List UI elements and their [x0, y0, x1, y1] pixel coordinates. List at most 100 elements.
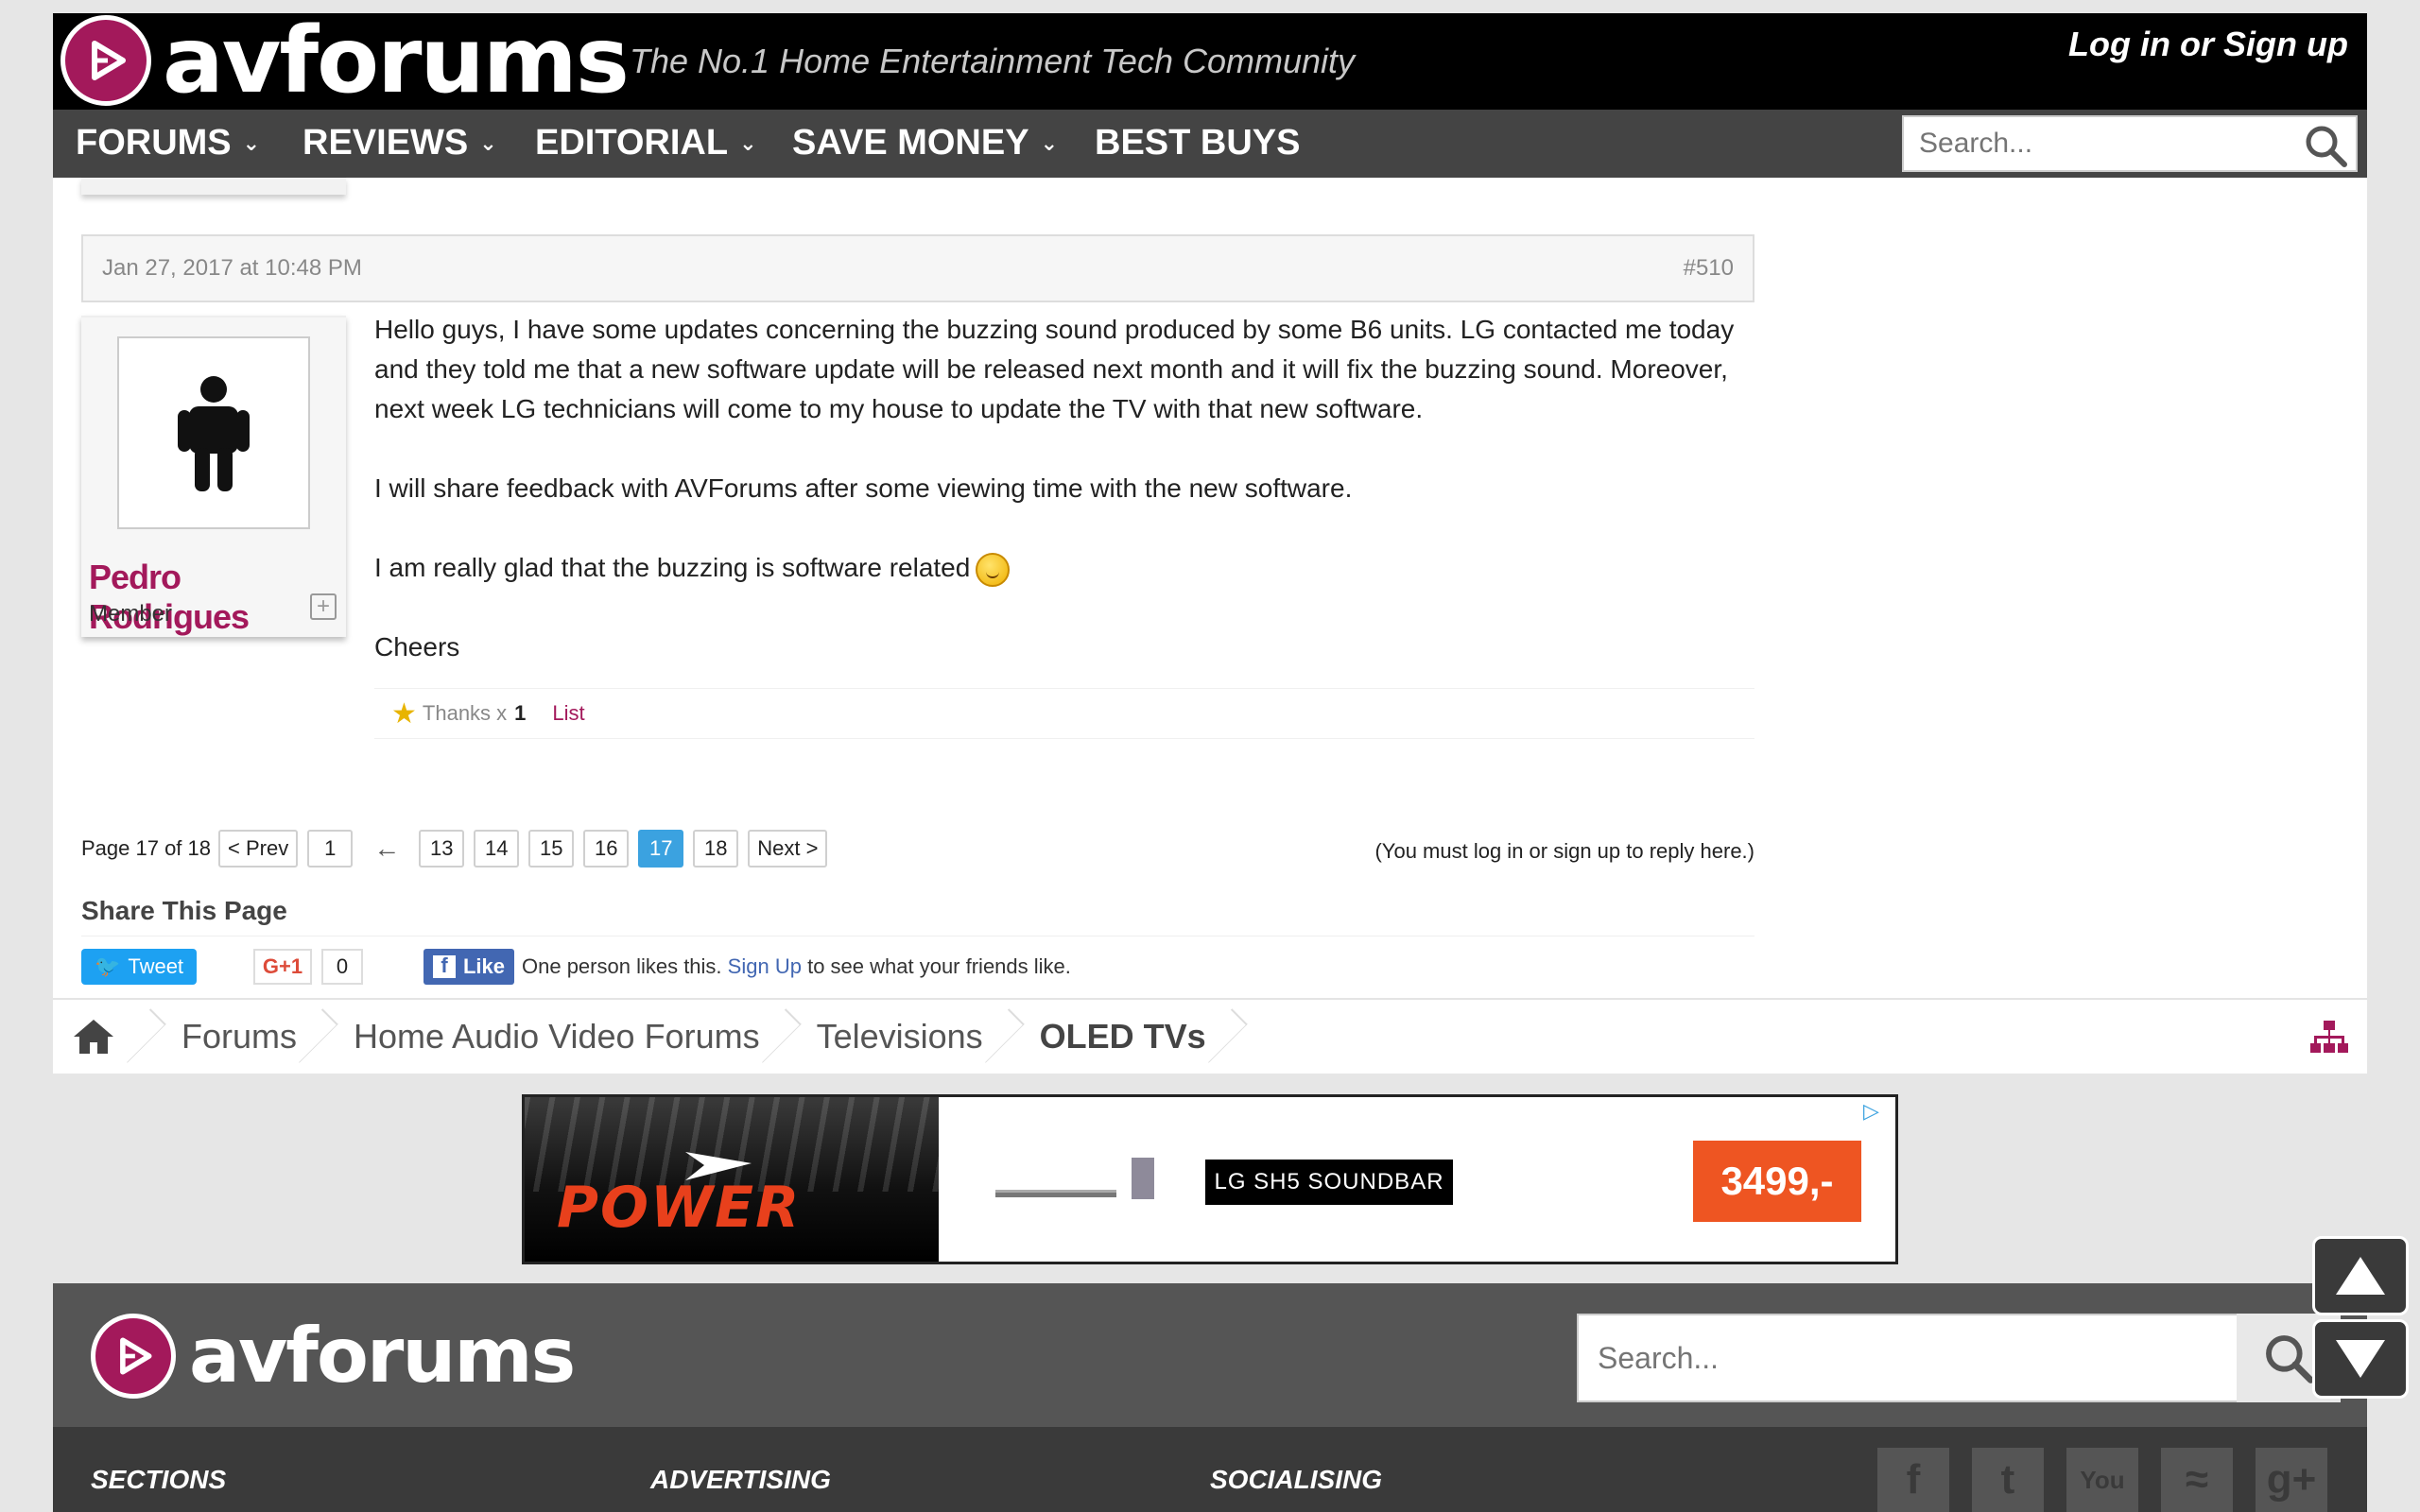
message-paragraph: Cheers	[374, 632, 460, 662]
site-tagline: The No.1 Home Entertainment Tech Communi…	[630, 42, 1356, 80]
google-plus-one-button[interactable]: G+1	[253, 949, 312, 985]
footer-search-box	[1577, 1314, 2238, 1402]
page-link-18[interactable]: 18	[693, 830, 739, 868]
expand-user-info-button[interactable]: +	[310, 593, 337, 620]
pagination: Page 17 of 18 < Prev 1 ← 13 14 15 16 17 …	[81, 830, 837, 868]
facebook-like-label: Like	[462, 954, 506, 978]
breadcrumb-item-forums[interactable]: Forums	[153, 999, 325, 1074]
page-link-current[interactable]: 17	[638, 830, 684, 868]
logo-play-icon	[91, 1313, 176, 1399]
message-header: Jan 27, 2017 at 10:48 PM #510	[81, 234, 1754, 302]
facebook-likes-count-text: One person likes this.	[522, 954, 722, 978]
scroll-to-top-button[interactable]	[2312, 1236, 2409, 1315]
nav-save-money[interactable]: SAVE MONEY ⌄	[792, 123, 1058, 163]
nav-reviews-label: REVIEWS	[302, 123, 469, 163]
nav-editorial-label: EDITORIAL	[535, 123, 729, 163]
ad-brand-logo: POWER	[557, 1175, 802, 1241]
footer-logo[interactable]: avforums	[91, 1312, 576, 1400]
previous-user-card	[81, 178, 346, 195]
breadcrumb-home[interactable]	[53, 999, 153, 1074]
search-icon	[2266, 1335, 2314, 1383]
default-avatar-icon	[178, 376, 250, 491]
youtube-icon[interactable]: You	[2066, 1448, 2138, 1512]
facebook-like-button[interactable]: f Like	[424, 949, 514, 985]
breadcrumb: Forums Home Audio Video Forums Televisio…	[53, 998, 2367, 1074]
message-body: Hello guys, I have some updates concerni…	[374, 310, 1754, 707]
breadcrumb-item-oled-tvs[interactable]: OLED TVs	[1011, 999, 1235, 1074]
message-paragraph: I will share feedback with AVForums afte…	[374, 473, 1353, 503]
breadcrumb-item-home-audio-video[interactable]: Home Audio Video Forums	[325, 999, 788, 1074]
rss-icon[interactable]: ≈	[2161, 1448, 2233, 1512]
message-paragraph-text: I am really glad that the buzzing is sof…	[374, 553, 971, 582]
main-nav: FORUMS ⌄ REVIEWS ⌄ EDITORIAL ⌄ SAVE MONE…	[53, 110, 2367, 178]
next-page-button[interactable]: Next >	[748, 830, 828, 868]
ad-crowd-image: POWER	[525, 1097, 939, 1262]
nav-reviews[interactable]: REVIEWS ⌄	[302, 123, 497, 163]
logo-play-icon	[60, 15, 151, 106]
avatar[interactable]	[117, 336, 310, 529]
ad-product-name: LG SH5 SOUNDBAR	[1205, 1160, 1453, 1205]
advertisement-banner[interactable]: POWER LG SH5 SOUNDBAR 3499,- ▷	[522, 1094, 1898, 1264]
facebook-icon[interactable]: f	[1877, 1448, 1949, 1512]
facebook-signup-link[interactable]: Sign Up	[728, 954, 802, 978]
nav-best-buys-label: BEST BUYS	[1095, 123, 1301, 163]
thanks-label: Thanks x	[422, 701, 508, 725]
footer-search-input[interactable]	[1579, 1315, 2203, 1400]
page-link-14[interactable]: 14	[474, 830, 520, 868]
footer-heading-sections: SECTIONS	[91, 1465, 227, 1494]
nav-search-input[interactable]	[1904, 117, 2301, 170]
thanks-list-link[interactable]: List	[552, 701, 584, 726]
message-permalink[interactable]: #510	[1684, 255, 1734, 282]
facebook-icon: f	[432, 954, 456, 978]
scroll-to-bottom-button[interactable]	[2312, 1319, 2409, 1399]
google-plus-count: 0	[321, 949, 363, 985]
top-header: avforums The No.1 Home Entertainment Tec…	[53, 8, 2367, 113]
nav-forums[interactable]: FORUMS ⌄	[76, 123, 260, 163]
google-plus-icon[interactable]: g+	[2256, 1448, 2327, 1512]
footer-links-section: SECTIONS ADVERTISING SOCIALISING f t You…	[53, 1427, 2367, 1512]
tweet-button[interactable]: 🐦 Tweet	[81, 949, 197, 985]
home-icon	[74, 1020, 113, 1054]
search-icon[interactable]	[2303, 123, 2348, 173]
nav-search-box	[1902, 115, 2358, 172]
message-paragraph-with-smiley: I am really glad that the buzzing is sof…	[374, 548, 1754, 588]
sitemap-icon[interactable]	[2310, 1021, 2348, 1059]
page-link-first[interactable]: 1	[307, 830, 354, 868]
chevron-down-icon: ⌄	[1040, 130, 1058, 155]
site-logo[interactable]: avforums	[60, 8, 630, 113]
soundbar-image	[995, 1158, 1154, 1199]
main-content: Jan 27, 2017 at 10:48 PM #510 Pedro Rodr…	[53, 178, 2367, 1074]
thanks-count: 1	[514, 701, 527, 725]
prev-page-button[interactable]: < Prev	[218, 830, 299, 868]
page-link-16[interactable]: 16	[583, 830, 630, 868]
page-link-13[interactable]: 13	[419, 830, 465, 868]
ad-price: 3499,-	[1693, 1141, 1861, 1222]
message-date[interactable]: Jan 27, 2017 at 10:48 PM	[102, 255, 362, 282]
nav-forums-label: FORUMS	[76, 123, 232, 163]
footer-heading-advertising: ADVERTISING	[650, 1465, 831, 1494]
page-skip-arrow-icon[interactable]: ←	[373, 833, 400, 864]
facebook-friends-text: to see what your friends like.	[807, 954, 1071, 978]
logo-text: avforums	[163, 8, 630, 113]
thanks-star-icon: ★	[391, 697, 417, 730]
nav-save-money-label: SAVE MONEY	[792, 123, 1029, 163]
breadcrumb-item-televisions[interactable]: Televisions	[788, 999, 1011, 1074]
footer-logo-text: avforums	[189, 1312, 576, 1400]
login-signup-link[interactable]: Log in or Sign up	[2068, 25, 2348, 64]
nav-best-buys[interactable]: BEST BUYS	[1095, 123, 1300, 163]
adchoices-icon[interactable]: ▷	[1863, 1099, 1890, 1125]
likes-summary: ★ Thanks x 1 List	[374, 688, 1754, 739]
smiley-icon	[976, 552, 1011, 587]
arrow-down-icon	[2336, 1340, 2385, 1378]
twitter-icon[interactable]: t	[1972, 1448, 2044, 1512]
page-count-label: Page 17 of 18	[81, 836, 212, 860]
message-paragraph: Hello guys, I have some updates concerni…	[374, 315, 1735, 423]
tweet-label: Tweet	[128, 954, 184, 978]
user-card: Pedro Rodrigues Member +	[81, 316, 346, 637]
reply-login-note: (You must log in or sign up to reply her…	[1374, 839, 1754, 863]
chevron-down-icon: ⌄	[739, 130, 757, 155]
twitter-bird-icon: 🐦	[94, 954, 121, 978]
page-link-15[interactable]: 15	[528, 830, 575, 868]
nav-editorial[interactable]: EDITORIAL ⌄	[535, 123, 757, 163]
share-title: Share This Page	[81, 896, 287, 925]
